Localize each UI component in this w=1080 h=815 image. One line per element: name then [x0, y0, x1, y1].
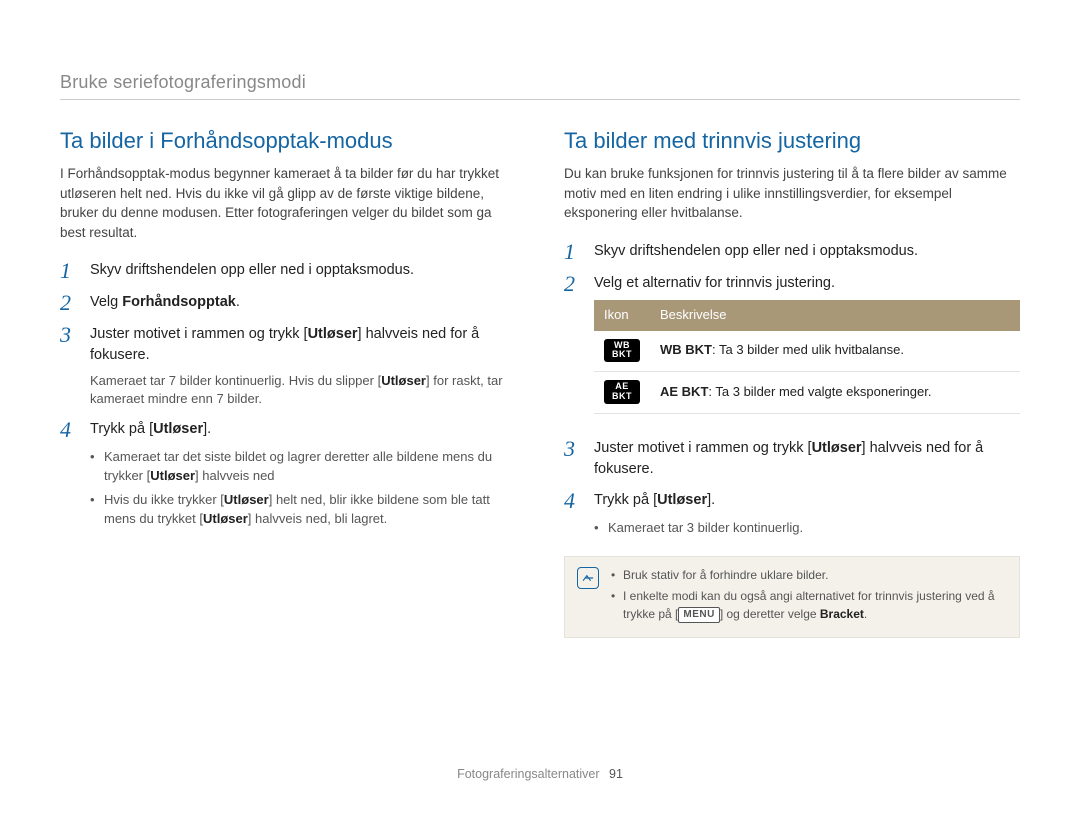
- table-row: WB BKT WB BKT: Ta 3 bilder med ulik hvit…: [594, 331, 1020, 372]
- left-step-4: 4 Trykk på [Utløser]. Kameraet tar det s…: [60, 419, 516, 535]
- left-steps: 1 Skyv driftshendelen opp eller ned i op…: [60, 260, 516, 535]
- bold-text: Utløser: [812, 440, 862, 456]
- right-step-1: 1 Skyv driftshendelen opp eller ned i op…: [564, 241, 1020, 263]
- right-step-3: 3 Juster motivet i rammen og trykk [Utlø…: [564, 438, 1020, 480]
- list-item: Kameraet tar det siste bildet og lagrer …: [90, 448, 516, 486]
- left-intro: I Forhåndsopptak-modus begynner kameraet…: [60, 164, 516, 242]
- manual-page: Bruke seriefotograferingsmodi Ta bilder …: [0, 0, 1080, 815]
- text: ].: [707, 492, 715, 508]
- step-subtext: Kameraet tar 7 bilder kontinuerlig. Hvis…: [90, 372, 516, 408]
- step-number: 2: [60, 292, 78, 314]
- step-number: 3: [60, 324, 78, 408]
- text: .: [236, 294, 240, 310]
- list-item: Bruk stativ for å forhindre uklare bilde…: [611, 567, 1007, 584]
- step-number: 1: [564, 241, 582, 263]
- right-step-4: 4 Trykk på [Utløser]. Kameraet tar 3 bil…: [564, 490, 1020, 544]
- bold-text: WB BKT: [660, 342, 712, 357]
- text: Juster motivet i rammen og trykk [: [594, 440, 812, 456]
- left-step-3: 3 Juster motivet i rammen og trykk [Utlø…: [60, 324, 516, 408]
- right-step-2: 2 Velg et alternativ for trinnvis juster…: [564, 273, 1020, 428]
- list-item: I enkelte modi kan du også angi alternat…: [611, 588, 1007, 623]
- step-body: Skyv driftshendelen opp eller ned i oppt…: [90, 260, 516, 282]
- step-bullets: Kameraet tar 3 bilder kontinuerlig.: [594, 519, 1020, 538]
- text: Juster motivet i rammen og trykk [: [90, 326, 308, 342]
- bold-text: Utløser: [308, 326, 358, 342]
- note-icon: [577, 567, 599, 589]
- list-item: Hvis du ikke trykker [Utløser] helt ned,…: [90, 491, 516, 529]
- bold-text: Utløser: [381, 373, 426, 388]
- bold-text: Bracket: [820, 607, 864, 621]
- text: Velg: [90, 294, 122, 310]
- step-body: Trykk på [Utløser]. Kameraet tar det sis…: [90, 419, 516, 535]
- text: .: [864, 607, 867, 621]
- bold-text: Forhåndsopptak: [122, 294, 236, 310]
- breadcrumb: Bruke seriefotograferingsmodi: [60, 72, 1020, 100]
- text: Trykk på [: [594, 492, 657, 508]
- step-body: Juster motivet i rammen og trykk [Utløse…: [594, 438, 1020, 480]
- text: Trykk på [: [90, 421, 153, 437]
- cell-desc: WB BKT: Ta 3 bilder med ulik hvitbalanse…: [650, 331, 1020, 372]
- list-item: Kameraet tar 3 bilder kontinuerlig.: [594, 519, 1020, 538]
- page-footer: Fotograferingsalternativer 91: [0, 767, 1080, 781]
- menu-chip-icon: MENU: [678, 607, 719, 624]
- step-number: 3: [564, 438, 582, 480]
- left-step-1: 1 Skyv driftshendelen opp eller ned i op…: [60, 260, 516, 282]
- step-number: 1: [60, 260, 78, 282]
- text: ].: [203, 421, 211, 437]
- step-number: 2: [564, 273, 582, 428]
- left-column: Ta bilder i Forhåndsopptak-modus I Forhå…: [60, 128, 516, 638]
- footer-label: Fotograferingsalternativer: [457, 767, 599, 781]
- step-bullets: Kameraet tar det siste bildet og lagrer …: [90, 448, 516, 529]
- right-heading: Ta bilder med trinnvis justering: [564, 128, 1020, 154]
- left-heading: Ta bilder i Forhåndsopptak-modus: [60, 128, 516, 154]
- right-steps: 1 Skyv driftshendelen opp eller ned i op…: [564, 241, 1020, 544]
- left-step-2: 2 Velg Forhåndsopptak.: [60, 292, 516, 314]
- step-number: 4: [564, 490, 582, 544]
- page-number: 91: [609, 767, 623, 781]
- bold-text: Utløser: [153, 421, 203, 437]
- step-body: Trykk på [Utløser]. Kameraet tar 3 bilde…: [594, 490, 1020, 544]
- step-number: 4: [60, 419, 78, 535]
- table-header-desc: Beskrivelse: [650, 300, 1020, 331]
- text: ] halvveis ned: [195, 468, 275, 483]
- bold-text: Utløser: [203, 511, 248, 526]
- step-body: Skyv driftshendelen opp eller ned i oppt…: [594, 241, 1020, 263]
- text: : Ta 3 bilder med ulik hvitbalanse.: [712, 342, 904, 357]
- text: Velg et alternativ for trinnvis justerin…: [594, 275, 835, 291]
- step-body: Juster motivet i rammen og trykk [Utløse…: [90, 324, 516, 408]
- text: Kameraet tar 7 bilder kontinuerlig. Hvis…: [90, 373, 381, 388]
- bold-text: Utløser: [657, 492, 707, 508]
- cell-icon: WB BKT: [594, 331, 650, 372]
- right-column: Ta bilder med trinnvis justering Du kan …: [564, 128, 1020, 638]
- bold-text: Utløser: [224, 492, 269, 507]
- bold-text: AE BKT: [660, 384, 708, 399]
- step-body: Velg Forhåndsopptak.: [90, 292, 516, 314]
- table-header-icon: Ikon: [594, 300, 650, 331]
- step-body: Velg et alternativ for trinnvis justerin…: [594, 273, 1020, 428]
- bracket-options-table: Ikon Beskrivelse WB BKT WB BKT: Ta 3 bil…: [594, 300, 1020, 414]
- wb-bkt-icon: WB BKT: [604, 339, 640, 363]
- right-intro: Du kan bruke funksjonen for trinnvis jus…: [564, 164, 1020, 223]
- table-row: AE BKT AE BKT: Ta 3 bilder med valgte ek…: [594, 372, 1020, 414]
- ae-bkt-icon: AE BKT: [604, 380, 640, 404]
- bold-text: Utløser: [150, 468, 195, 483]
- text: Hvis du ikke trykker [: [104, 492, 224, 507]
- tip-note-box: Bruk stativ for å forhindre uklare bilde…: [564, 556, 1020, 638]
- note-list: Bruk stativ for å forhindre uklare bilde…: [611, 567, 1007, 627]
- two-column-layout: Ta bilder i Forhåndsopptak-modus I Forhå…: [60, 128, 1020, 638]
- text: : Ta 3 bilder med valgte eksponeringer.: [708, 384, 931, 399]
- cell-icon: AE BKT: [594, 372, 650, 414]
- text: ] og deretter velge: [720, 607, 820, 621]
- cell-desc: AE BKT: Ta 3 bilder med valgte eksponeri…: [650, 372, 1020, 414]
- text: ] halvveis ned, bli lagret.: [248, 511, 387, 526]
